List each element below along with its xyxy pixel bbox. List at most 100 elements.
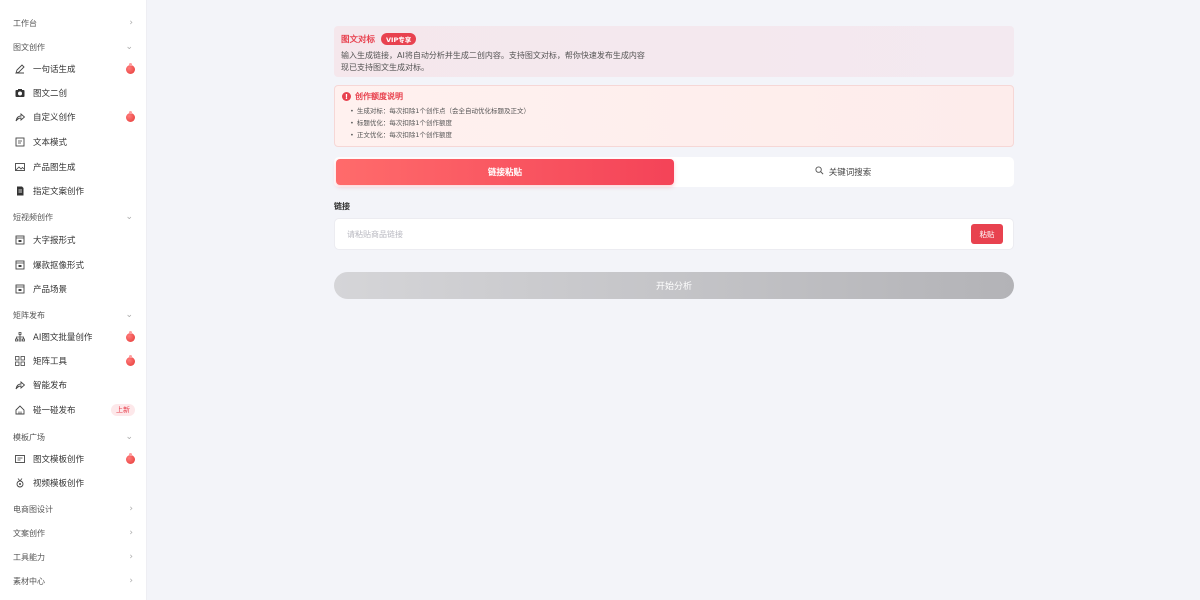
document-icon: [14, 136, 26, 148]
chevron-right-icon: ›: [129, 575, 133, 586]
image-icon: [14, 161, 26, 173]
hot-icon: [126, 452, 135, 464]
vip-card-description: 输入生成链接，AI将自动分析并生成二创内容。支持图文对标，帮你快速发布生成内容 …: [341, 50, 1007, 74]
sidebar-item-label: 图文模板创作: [33, 455, 85, 465]
template-icon: [14, 453, 26, 465]
sidebar-group-matrix-publish[interactable]: 矩阵发布 ⌄: [0, 305, 147, 325]
chevron-right-icon: ›: [129, 17, 133, 28]
sidebar: 工作台 › 图文创作 ⌄ 一句话生成 图文二创 自定义创作 文本模式 产品图生成…: [0, 0, 147, 600]
quota-list-item: 生成对标：每次扣除1个创作点（会全自动优化标题及正文）: [350, 105, 1006, 117]
tab-label: 关键词搜索: [828, 168, 872, 178]
quota-list: 生成对标：每次扣除1个创作点（会全自动优化标题及正文） 标题优化：每次扣除1个创…: [342, 105, 1006, 141]
sidebar-group-label: 电商图设计: [13, 504, 53, 514]
sidebar-item-product-image[interactable]: 产品图生成: [0, 156, 147, 178]
chevron-right-icon: ›: [129, 551, 133, 562]
sidebar-group-label: 模板广场: [13, 432, 45, 442]
sidebar-item-label: 产品场景: [33, 285, 68, 295]
sidebar-group-label: 短视频创作: [13, 212, 53, 222]
video-icon: [14, 234, 26, 246]
sidebar-item-label: 指定文案创作: [33, 187, 85, 197]
pencil-icon: [14, 63, 26, 75]
link-input-box: 粘贴: [334, 218, 1014, 250]
vip-card-title: 图文对标: [341, 35, 376, 45]
sidebar-item-one-sentence[interactable]: 一句话生成: [0, 58, 147, 80]
sidebar-item-image-text-remix[interactable]: 图文二创: [0, 82, 147, 104]
sidebar-item-matrix-tools[interactable]: 矩阵工具: [0, 350, 147, 372]
warning-icon: !: [342, 92, 351, 101]
quota-title-row: ! 创作额度说明: [342, 91, 1006, 102]
main-content: 图文对标 VIP专享 输入生成链接，AI将自动分析并生成二创内容。支持图文对标，…: [148, 0, 1200, 600]
start-analysis-button[interactable]: 开始分析: [334, 272, 1014, 299]
sidebar-item-label: 自定义创作: [33, 113, 76, 123]
link-field-label: 链接: [334, 202, 350, 211]
chevron-down-icon: ⌄: [125, 41, 133, 52]
grid-icon: [14, 355, 26, 367]
sidebar-item-label: 文本模式: [33, 138, 68, 148]
search-icon: [815, 166, 824, 178]
vip-desc-line: 输入生成链接，AI将自动分析并生成二创内容。支持图文对标，帮你快速发布生成内容: [341, 51, 645, 60]
sidebar-group-tools[interactable]: 工具能力 ›: [0, 547, 147, 567]
sidebar-item-product-scene[interactable]: 产品场景: [0, 278, 147, 300]
link-input[interactable]: [347, 229, 971, 239]
sidebar-group-image-text[interactable]: 图文创作 ⌄: [0, 37, 147, 57]
chevron-down-icon: ⌄: [125, 309, 133, 320]
sidebar-item-label: 产品图生成: [33, 163, 76, 173]
vip-badge: VIP专享: [381, 33, 417, 45]
sidebar-item-cutout[interactable]: 爆款抠像形式: [0, 254, 147, 276]
sidebar-group-label: 文案创作: [13, 528, 45, 538]
sidebar-item-smart-publish[interactable]: 智能发布: [0, 374, 147, 396]
camera-icon: [14, 87, 26, 99]
sidebar-group-assets[interactable]: 素材中心 ›: [0, 571, 147, 591]
sidebar-item-label: 智能发布: [33, 381, 68, 391]
tab-label: 链接粘贴: [487, 168, 522, 178]
sidebar-item-ai-batch[interactable]: AI图文批量创作: [0, 326, 147, 348]
hot-icon: [126, 330, 135, 342]
chevron-down-icon: ⌄: [125, 431, 133, 442]
sidebar-group-copywriting[interactable]: 文案创作 ›: [0, 523, 147, 543]
home-icon: [14, 404, 26, 416]
new-badge: 上新: [111, 404, 135, 416]
sidebar-item-big-poster[interactable]: 大字报形式: [0, 229, 147, 251]
sidebar-group-short-video[interactable]: 短视频创作 ⌄: [0, 207, 147, 227]
sidebar-item-label: 爆款抠像形式: [33, 261, 85, 271]
sidebar-item-label: 一句话生成: [33, 65, 76, 75]
quota-card-title: 创作额度说明: [355, 92, 403, 101]
sitemap-icon: [14, 331, 26, 343]
sidebar-item-label: AI图文批量创作: [33, 333, 93, 343]
quota-info-card: ! 创作额度说明 生成对标：每次扣除1个创作点（会全自动优化标题及正文） 标题优…: [334, 85, 1014, 147]
sidebar-item-custom-create[interactable]: 自定义创作: [0, 106, 147, 128]
tab-keyword-search[interactable]: 关键词搜索: [674, 159, 1012, 185]
share-icon: [14, 111, 26, 123]
sidebar-item-label: 视频模板创作: [33, 479, 85, 489]
sidebar-item-text-mode[interactable]: 文本模式: [0, 131, 147, 153]
sidebar-item-image-template[interactable]: 图文模板创作: [0, 448, 147, 470]
hot-icon: [126, 110, 135, 122]
file-icon: [14, 185, 26, 197]
sidebar-group-label: 图文创作: [13, 42, 45, 52]
hot-icon: [126, 354, 135, 366]
sidebar-group-label: 素材中心: [13, 576, 45, 586]
share-icon: [14, 379, 26, 391]
sidebar-item-specified-copy[interactable]: 指定文案创作: [0, 180, 147, 202]
video-icon: [14, 259, 26, 271]
sidebar-item-tap-publish[interactable]: 碰一碰发布 上新: [0, 399, 147, 421]
quota-list-item: 标题优化：每次扣除1个创作额度: [350, 117, 1006, 129]
vip-title-row: 图文对标 VIP专享: [341, 33, 1007, 45]
mode-tabs: 链接粘贴 关键词搜索: [334, 157, 1014, 187]
hot-icon: [126, 62, 135, 74]
sidebar-group-template-square[interactable]: 模板广场 ⌄: [0, 427, 147, 447]
chevron-right-icon: ›: [129, 503, 133, 514]
vip-info-card: 图文对标 VIP专享 输入生成链接，AI将自动分析并生成二创内容。支持图文对标，…: [334, 26, 1014, 77]
sidebar-item-label: 碰一碰发布: [33, 406, 76, 416]
paste-button[interactable]: 粘贴: [971, 224, 1003, 244]
video-icon: [14, 283, 26, 295]
chevron-right-icon: ›: [129, 527, 133, 538]
sidebar-item-label: 大字报形式: [33, 236, 76, 246]
sidebar-item-video-template[interactable]: 视频模板创作: [0, 472, 147, 494]
tab-link-paste[interactable]: 链接粘贴: [336, 159, 674, 185]
sidebar-group-label: 工具能力: [13, 552, 45, 562]
medal-icon: [14, 477, 26, 489]
sidebar-group-ecommerce-design[interactable]: 电商图设计 ›: [0, 499, 147, 519]
chevron-down-icon: ⌄: [125, 211, 133, 222]
sidebar-group-workbench[interactable]: 工作台 ›: [0, 13, 147, 33]
